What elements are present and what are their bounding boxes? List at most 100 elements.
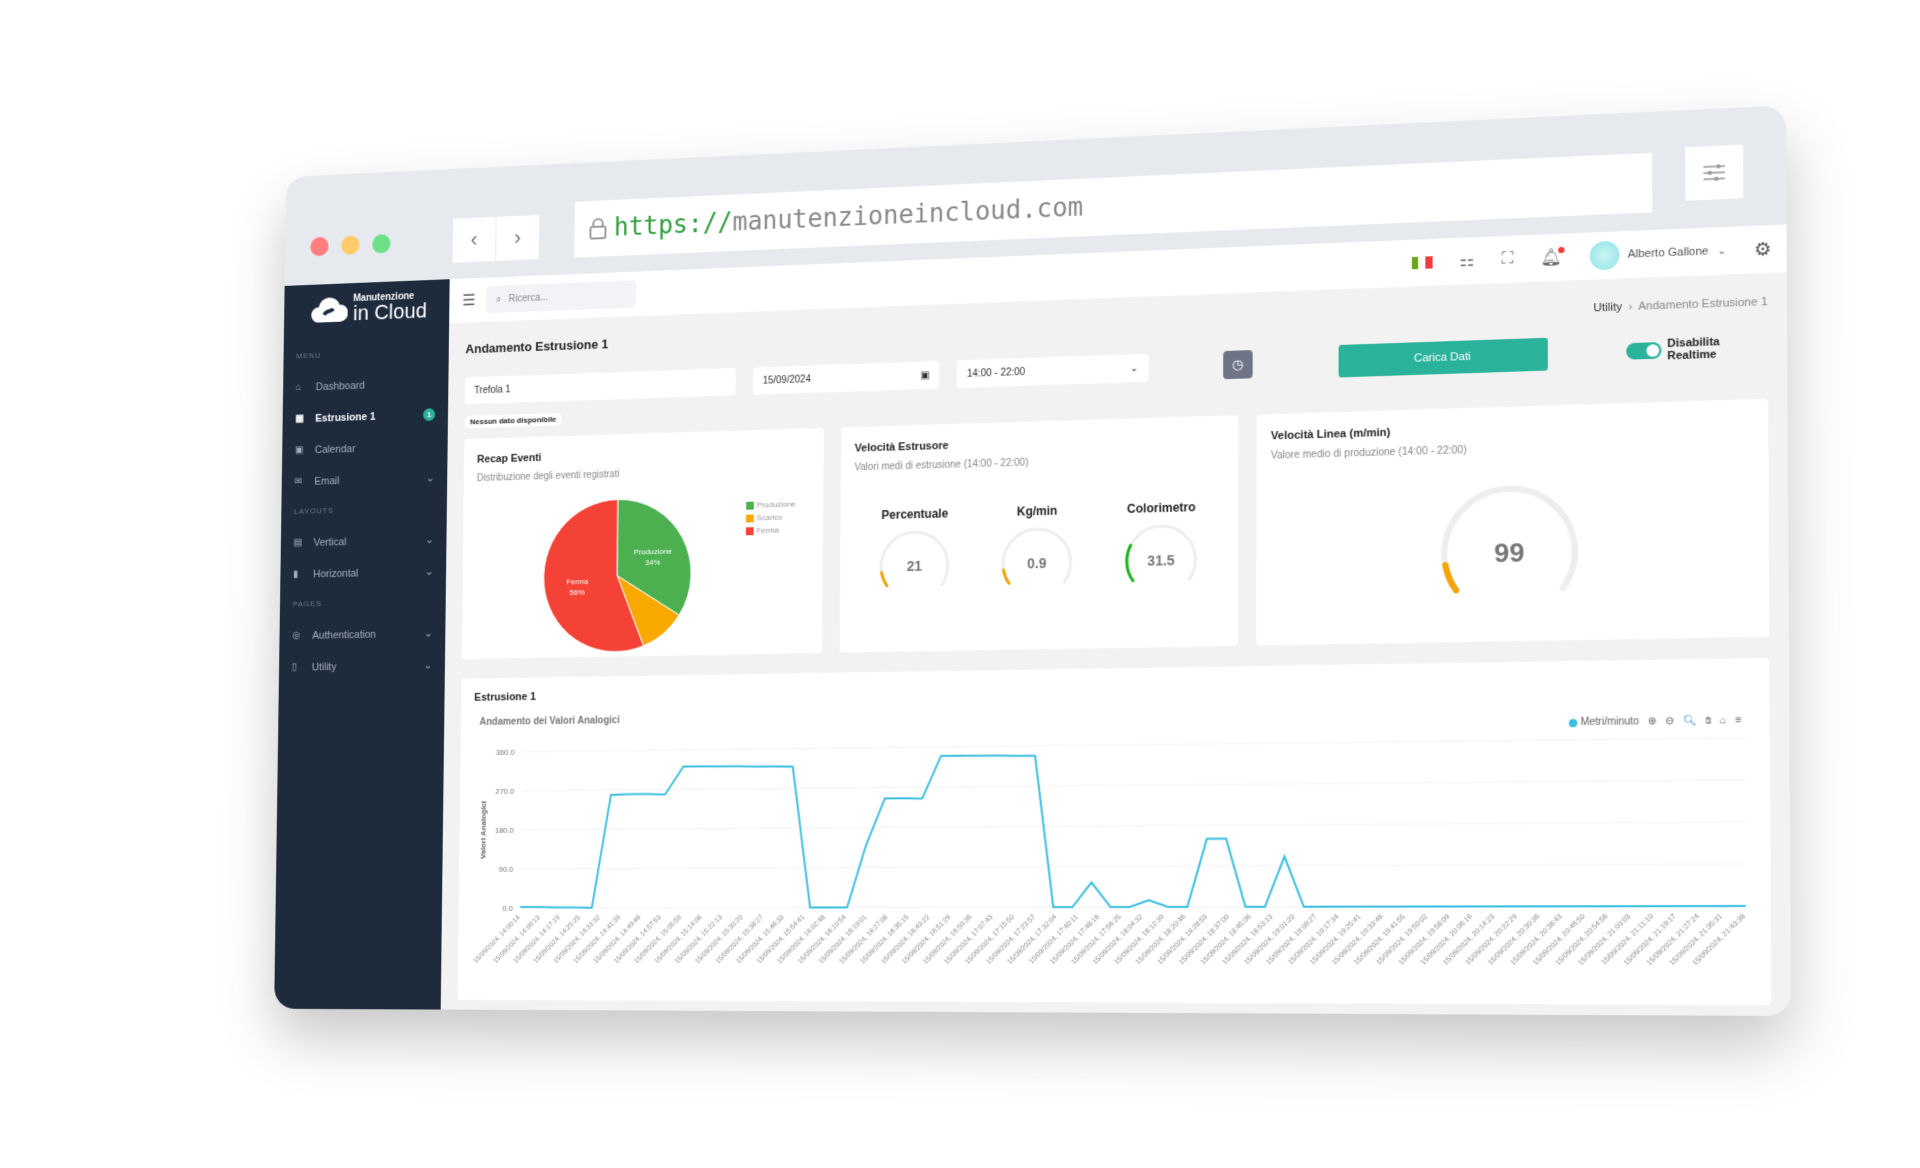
realtime-toggle[interactable]: [1626, 342, 1661, 360]
stage: ‹ › https://manutenzioneincloud.com Manu…: [0, 0, 1920, 1168]
maximize-window-button[interactable]: [372, 233, 391, 254]
back-button[interactable]: ‹: [452, 216, 496, 263]
menu-toggle-icon[interactable]: ☰: [462, 291, 475, 311]
user-name: Alberto Gallone: [1627, 245, 1709, 261]
gauge-svg: 21: [870, 524, 959, 605]
search-icon: ⌕: [495, 293, 502, 305]
recap-card: Recap Eventi Distribuzione degli eventi …: [461, 427, 824, 660]
gauge-fill: [1127, 545, 1133, 581]
pie-legend-item[interactable]: Ferma: [746, 525, 796, 535]
shift-select[interactable]: 14:00 - 22:00 ⌄: [957, 353, 1149, 389]
load-data-button[interactable]: Carica Dati: [1338, 337, 1548, 378]
logo-line2: in Cloud: [352, 297, 428, 325]
line-chart: Andamento dei Valori Analogici Valori Ana…: [473, 715, 1768, 967]
sidebar-item-icon: ▯: [291, 662, 297, 673]
lock-icon: [588, 217, 609, 241]
shift-value: 14:00 - 22:00: [966, 366, 1026, 380]
chart-title: Andamento dei Valori Analogici: [480, 715, 621, 728]
series-line-metri-minuto: [520, 747, 1745, 908]
sidebar-item-vertical[interactable]: ▤ Vertical ⌄: [281, 523, 447, 559]
time-button[interactable]: ◷: [1223, 350, 1253, 380]
gridline: [521, 864, 1746, 869]
gridline: [521, 822, 1745, 830]
sidebar-item-calendar[interactable]: ▣ Calendar: [282, 430, 448, 467]
logo[interactable]: Manutenzione in Cloud: [284, 289, 450, 353]
browser-settings-button[interactable]: [1685, 144, 1744, 201]
sidebar-item-icon: ◎: [292, 630, 301, 642]
url-protocol: https://: [613, 208, 733, 243]
sidebar-item-horizontal[interactable]: ▮ Horizontal ⌄: [280, 555, 446, 590]
sidebar-item-icon: ▣: [294, 444, 304, 456]
sidebar-item-icon: ✉: [294, 476, 303, 488]
notification-badge: 1: [423, 408, 436, 422]
close-window-button[interactable]: [310, 236, 329, 257]
gauge-fill: [1445, 565, 1456, 591]
clock-icon: ◷: [1232, 356, 1244, 372]
calendar-icon[interactable]: ▣: [920, 370, 929, 381]
gauge-svg: 0.9: [992, 521, 1082, 603]
search-input[interactable]: ⌕ Ricerca...: [486, 280, 637, 314]
gauge-fill: [882, 572, 888, 586]
breadcrumb-current: Andamento Estrusione 1: [1638, 295, 1768, 313]
gauge-svg: 31.5: [1116, 518, 1207, 601]
gauge-value: 99: [1494, 539, 1524, 569]
sidebar-item-estrusione-1[interactable]: ▦ Estrusione 1 1: [282, 398, 448, 435]
breadcrumb-utility[interactable]: Utility: [1594, 301, 1623, 314]
user-menu[interactable]: Alberto Gallone ⌄: [1589, 236, 1727, 271]
gauge-colorimetro: Colorimetro 31.5: [1116, 500, 1207, 606]
y-tick-label: 90.0: [499, 865, 514, 874]
date-input[interactable]: 15/09/2024 ▣: [752, 360, 940, 395]
chevron-left-icon: ‹: [470, 227, 478, 252]
gridline: [522, 738, 1745, 752]
line-speed-subtitle: Valore medio di produzione (14:00 - 22:0…: [1270, 444, 1467, 462]
pie-legend-item[interactable]: Scarico: [746, 512, 796, 522]
pie-legend-item[interactable]: Produzione: [746, 500, 796, 510]
sidebar-item-utility[interactable]: ▯ Utility ⌄: [279, 649, 445, 684]
browser-window: ‹ › https://manutenzioneincloud.com Manu…: [274, 105, 1791, 1016]
chevron-down-icon: ⌄: [1717, 245, 1727, 257]
sidebar-item-label: Dashboard: [315, 379, 365, 393]
language-flag-icon[interactable]: [1411, 256, 1433, 270]
cloud-wrench-icon: [311, 296, 348, 323]
gauge-kg-min: Kg/min 0.9: [992, 503, 1082, 608]
chevron-down-icon: ⌄: [425, 472, 435, 485]
y-tick-label: 180.0: [495, 826, 514, 835]
sidebar-item-label: Vertical: [313, 535, 347, 549]
realtime-label: Disabilita Realtime: [1667, 335, 1720, 363]
line-select[interactable]: Trefola 1: [464, 367, 736, 405]
avatar: [1589, 240, 1620, 271]
sidebar: Manutenzione in Cloud MENU ⌂ Dashboard ▦ Estr…: [274, 279, 450, 1010]
pie-percent: 34%: [645, 558, 660, 567]
gear-icon[interactable]: ⚙: [1754, 238, 1772, 260]
no-data-badge: Nessun dato disponibile: [464, 412, 562, 429]
sidebar-item-label: Email: [314, 474, 340, 488]
gauge-fill: [1002, 568, 1010, 585]
main-area: ☰ ⌕ Ricerca... ⚏ ⛶ 🔔︎ Alberto Gallone ⌄ ⚙ …: [440, 224, 1791, 1016]
search-placeholder: Ricerca...: [508, 292, 549, 305]
minimize-window-button[interactable]: [341, 235, 360, 256]
gauge-value: 0.9: [1027, 555, 1047, 572]
forward-button[interactable]: ›: [496, 214, 540, 261]
y-tick-label: 270.0: [496, 787, 515, 796]
gauge-value: 21: [907, 558, 923, 574]
url-host: manutenzioneincloud.com: [732, 192, 1084, 238]
sidebar-item-authentication[interactable]: ◎ Authentication ⌄: [279, 617, 445, 652]
sidebar-nav: MENU ⌂ Dashboard ▦ Estrusione 1 1 ▣ Calendar ✉ Em…: [279, 346, 449, 683]
y-tick-label: 0.0: [502, 904, 513, 913]
bell-icon[interactable]: 🔔︎: [1541, 246, 1565, 268]
pie-label: Produzione: [634, 547, 673, 557]
gauge-label: Colorimetro: [1126, 500, 1196, 516]
chevron-right-icon: ›: [514, 225, 522, 250]
breadcrumb: Utility › Andamento Estrusione 1: [1593, 295, 1768, 315]
page-title: Andamento Estrusione 1: [465, 336, 609, 357]
sidebar-item-icon: ▤: [293, 537, 303, 549]
trend-card: Estrusione 1 Metri/minuto ⊕ ⊖ 🔍︎ ✋︎ ⌂ ≡ …: [457, 657, 1772, 1006]
sidebar-item-icon: ▮: [293, 569, 299, 580]
line-speed-card: Velocità Linea (m/min) Valore medio di p…: [1256, 398, 1770, 646]
y-axis-label: Valori Analogici: [479, 801, 488, 859]
gauge-label: Percentuale: [881, 506, 949, 523]
sidebar-item-email[interactable]: ✉ Email ⌄: [282, 462, 448, 498]
apps-grid-icon[interactable]: ⚏: [1459, 250, 1474, 271]
sidebar-item-icon: ▦: [295, 413, 304, 425]
fullscreen-icon[interactable]: ⛶: [1502, 250, 1514, 269]
